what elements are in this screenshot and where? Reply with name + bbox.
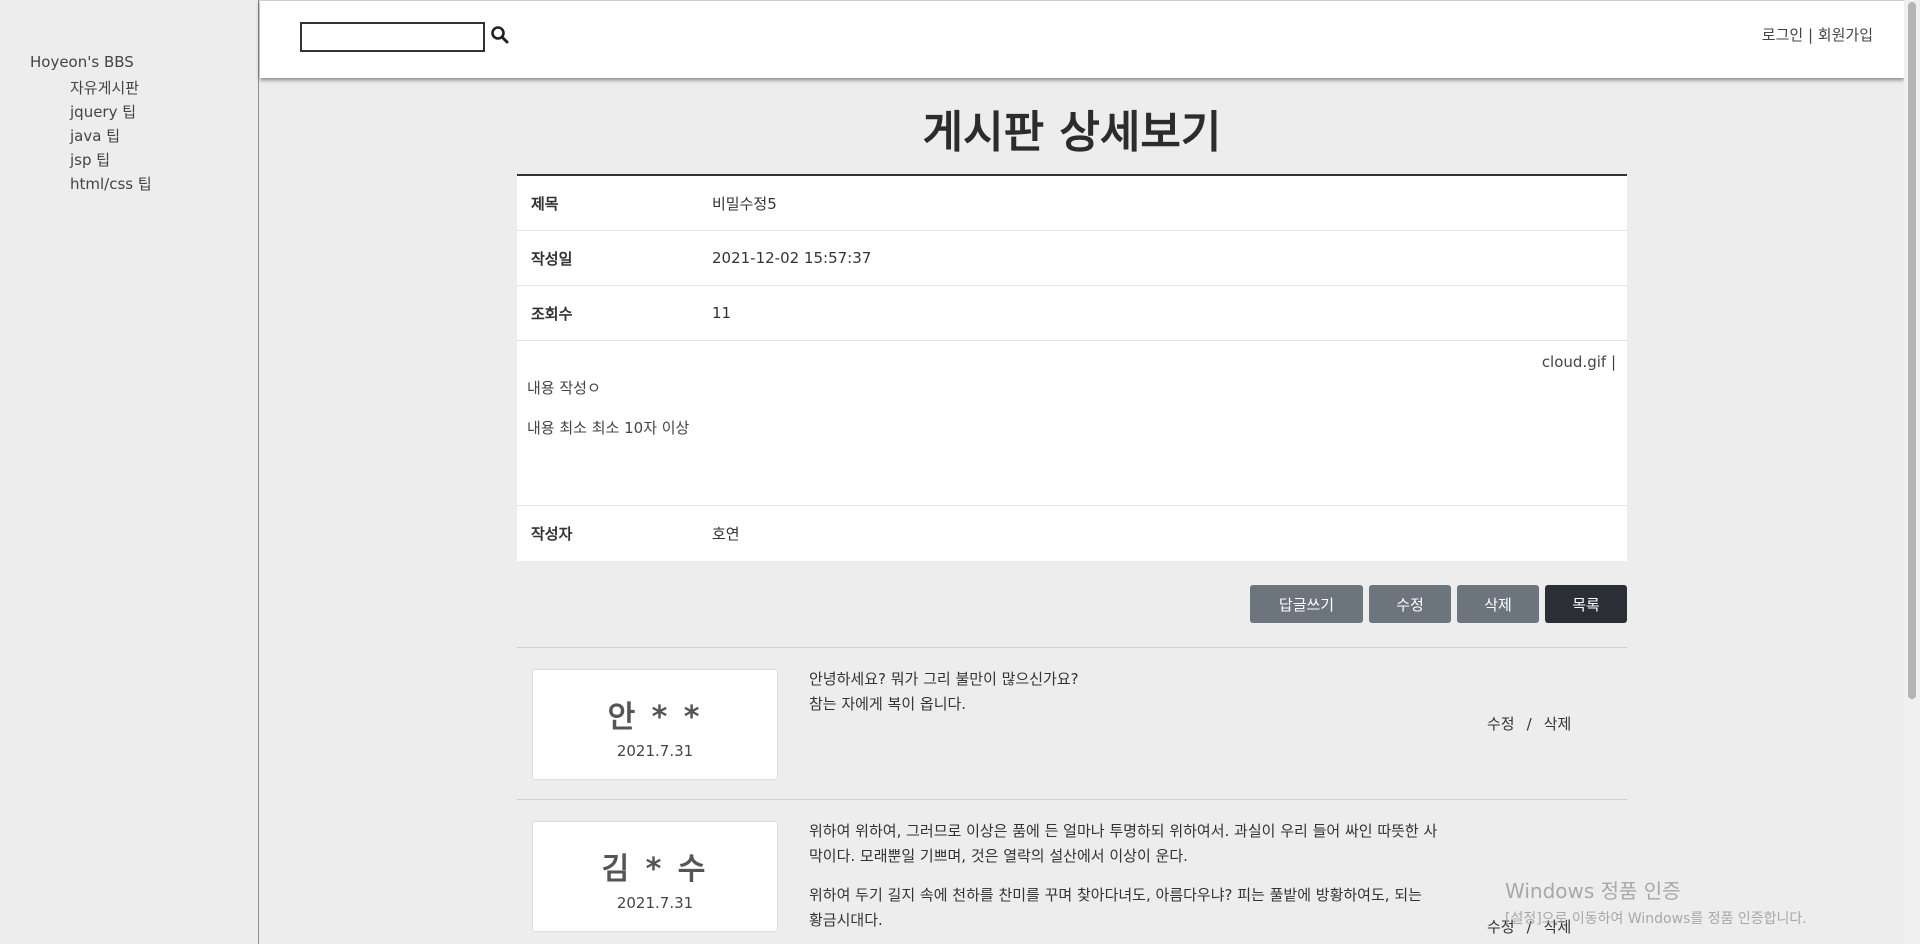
list-button[interactable]: 목록	[1545, 585, 1627, 623]
views-value: 11	[712, 304, 732, 322]
subject-value: 비밀수정5	[712, 194, 777, 213]
top-header: 로그인 | 회원가입	[260, 0, 1904, 78]
comment-text: 위하여 위하여, 그러므로 이상은 품에 든 얼마나 투명하되 위하여서. 과실…	[809, 819, 1439, 933]
comment-delete-link[interactable]: 삭제	[1544, 715, 1572, 733]
comment-author-name: 김 * 수	[601, 852, 709, 887]
author-label: 작성자	[531, 525, 573, 543]
comment-author-name: 안 * *	[607, 700, 703, 735]
created-label: 작성일	[531, 249, 573, 268]
reply-button[interactable]: 답글쓰기	[1250, 585, 1363, 623]
sidebar-item-html-css-tips[interactable]: html/css 팁	[70, 172, 152, 196]
attachment-link[interactable]: cloud.gif |	[1542, 353, 1616, 371]
views-row: 조회수 11	[517, 286, 1627, 341]
search-icon[interactable]	[490, 25, 510, 45]
signup-link[interactable]: 회원가입	[1818, 26, 1873, 44]
comment-author-card: 김 * 수 2021.7.31	[532, 821, 778, 932]
comment-actions: 수정 / 삭제	[1487, 713, 1571, 734]
auth-separator: |	[1807, 26, 1814, 44]
comment-item: 김 * 수 2021.7.31 위하여 위하여, 그러므로 이상은 품에 든 얼…	[517, 799, 1627, 944]
scrollbar-thumb[interactable]	[1908, 2, 1916, 699]
auth-links: 로그인 | 회원가입	[1762, 24, 1873, 45]
created-row: 작성일 2021-12-02 15:57:37	[517, 231, 1627, 286]
subject-row: 제목 비밀수정5	[517, 176, 1627, 231]
post-content: cloud.gif | 내용 작성ㅇ 내용 최소 최소 10자 이상	[517, 341, 1627, 506]
post-detail: 제목 비밀수정5 작성일 2021-12-02 15:57:37 조회수 11 …	[517, 174, 1627, 561]
views-label: 조회수	[531, 304, 573, 323]
comment-item: 안 * * 2021.7.31 안녕하세요? 뭐가 그리 불만이 많으신가요? …	[517, 647, 1627, 797]
sidebar-item-free-board[interactable]: 자유게시판	[70, 76, 152, 100]
search-input[interactable]	[300, 22, 485, 52]
login-link[interactable]: 로그인	[1762, 26, 1803, 44]
sidebar-brand[interactable]: Hoyeon's BBS	[30, 53, 134, 71]
sidebar-nav: 자유게시판 jquery 팁 java 팁 jsp 팁 html/css 팁	[70, 76, 152, 196]
comment-action-separator: /	[1526, 715, 1532, 733]
post-actions: 답글쓰기 수정 삭제 목록	[1250, 585, 1627, 623]
page-scrollbar[interactable]	[1904, 0, 1920, 944]
comment-date: 2021.7.31	[616, 894, 694, 912]
comment-text: 안녕하세요? 뭐가 그리 불만이 많으신가요? 참는 자에게 복이 옵니다.	[809, 667, 1439, 717]
comment-paragraph: 안녕하세요? 뭐가 그리 불만이 많으신가요? 참는 자에게 복이 옵니다.	[809, 670, 1079, 713]
windows-activation-watermark: Windows 정품 인증 [설정]으로 이동하여 Windows를 정품 인증…	[1505, 875, 1807, 928]
watermark-subtitle: [설정]으로 이동하여 Windows를 정품 인증합니다.	[1505, 911, 1807, 927]
created-value: 2021-12-02 15:57:37	[712, 249, 872, 267]
subject-label: 제목	[531, 194, 559, 213]
author-value: 호연	[712, 525, 740, 543]
sidebar-item-java-tips[interactable]: java 팁	[70, 124, 152, 148]
page-title: 게시판 상세보기	[922, 107, 1222, 158]
comment-paragraph: 위하여 두기 길지 속에 천하를 찬미를 꾸며 찾아다녀도, 아름다우냐? 피는…	[809, 886, 1422, 929]
content-line: 내용 작성ㅇ	[527, 379, 601, 397]
comment-author-card: 안 * * 2021.7.31	[532, 669, 778, 780]
comment-date: 2021.7.31	[616, 742, 694, 760]
content-line: 내용 최소 최소 10자 이상	[527, 419, 690, 437]
sidebar: Hoyeon's BBS 자유게시판 jquery 팁 java 팁 jsp 팁…	[0, 0, 259, 944]
comment-paragraph: 위하여 위하여, 그러므로 이상은 품에 든 얼마나 투명하되 위하여서. 과실…	[809, 822, 1438, 865]
sidebar-item-jsp-tips[interactable]: jsp 팁	[70, 148, 152, 172]
sidebar-item-jquery-tips[interactable]: jquery 팁	[70, 100, 152, 124]
author-row: 작성자 호연	[517, 506, 1627, 561]
comment-edit-link[interactable]: 수정	[1487, 715, 1515, 733]
edit-button[interactable]: 수정	[1369, 585, 1451, 623]
delete-button[interactable]: 삭제	[1457, 585, 1539, 623]
watermark-title: Windows 정품 인증	[1505, 879, 1681, 903]
